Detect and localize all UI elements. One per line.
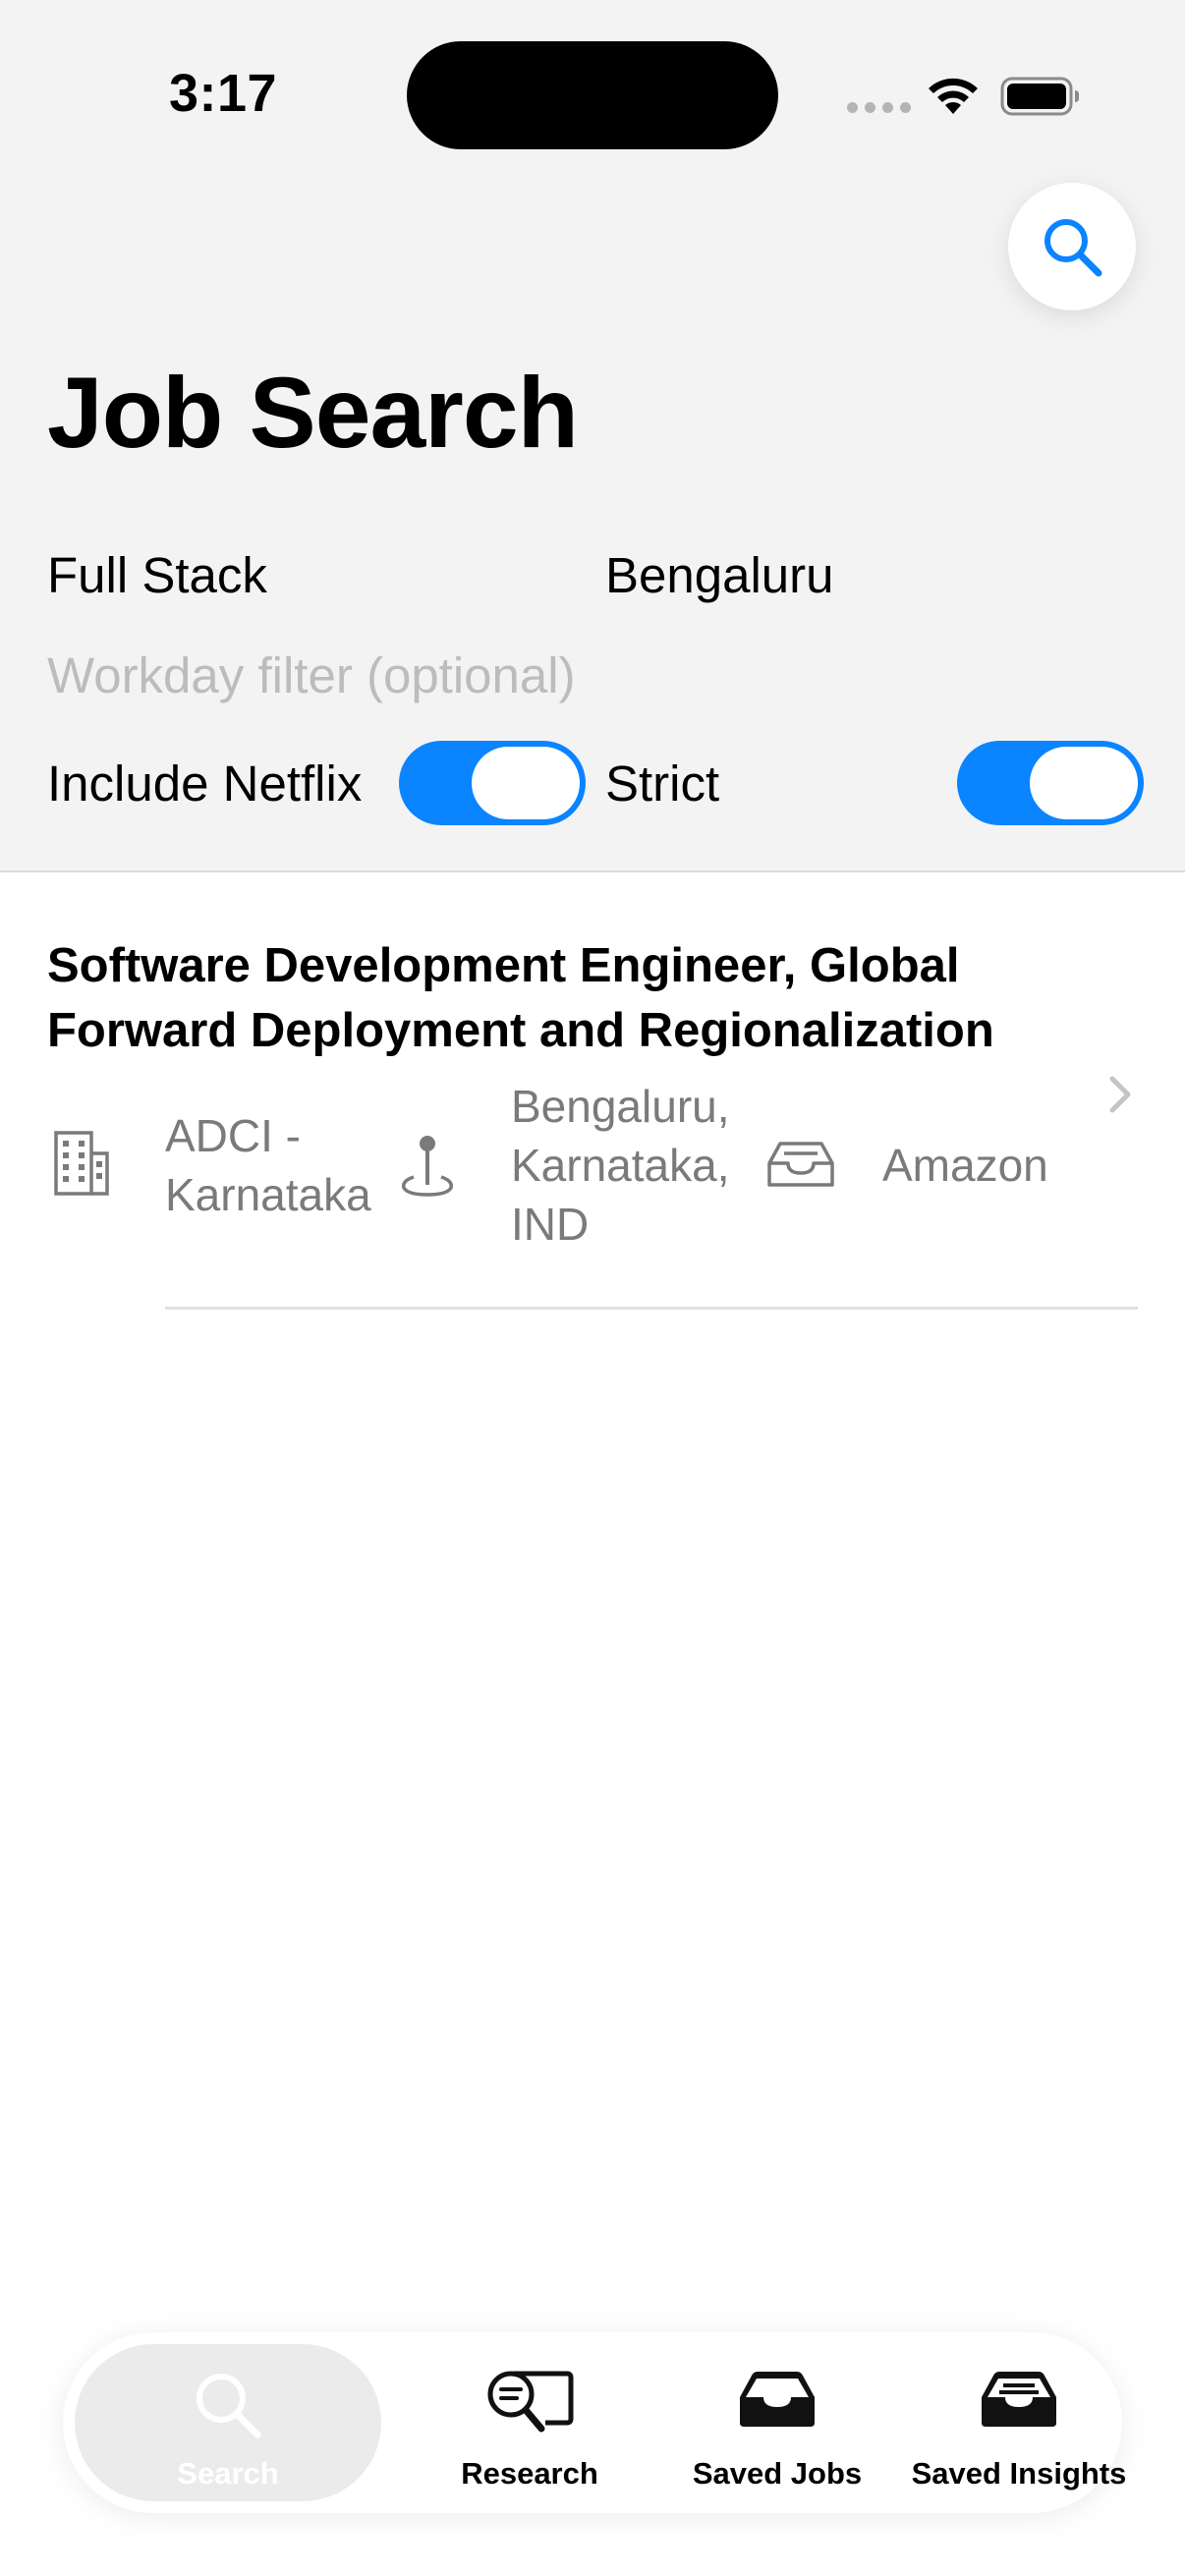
job-company: Amazon: [882, 1140, 1048, 1191]
search-icon: [1044, 219, 1102, 277]
job-location: Bengaluru, Karnataka, IND: [511, 1081, 730, 1250]
strict-toggle[interactable]: [957, 741, 1144, 825]
tab-label: Research: [461, 2456, 598, 2491]
battery-icon: [1000, 77, 1079, 116]
dynamic-island: [407, 41, 778, 149]
strict-label: Strict: [605, 756, 720, 812]
job-title: Software Development Engineer, Global Fo…: [47, 939, 994, 1057]
toggle-knob: [1030, 747, 1138, 819]
tab-search[interactable]: Search: [75, 2332, 381, 2513]
building-icon: [54, 1131, 109, 1196]
tray-icon: [740, 2372, 815, 2427]
tray-full-icon: [982, 2372, 1056, 2427]
include-netflix-toggle[interactable]: [399, 741, 586, 825]
role-field[interactable]: Full Stack: [47, 546, 267, 605]
wifi-icon: [929, 78, 978, 114]
status-bar: 3:17: [0, 0, 1185, 157]
tab-saved-insights[interactable]: Saved Insights: [882, 2332, 1156, 2513]
workday-filter-input[interactable]: Workday filter (optional): [47, 646, 576, 705]
job-organization: ADCI - Karnataka: [165, 1110, 371, 1220]
cellular-signal-icon: [847, 102, 911, 113]
tray-icon: [767, 1142, 834, 1187]
row-divider: [165, 1307, 1138, 1310]
toggle-knob: [472, 747, 580, 819]
tab-label: Saved Jobs: [692, 2456, 863, 2491]
filter-header-area: 3:17 Job Search Full Stack Bengaluru Wor…: [0, 0, 1185, 872]
city-field[interactable]: Bengaluru: [605, 546, 834, 605]
tab-label: Search: [177, 2456, 279, 2491]
page-title: Job Search: [47, 357, 579, 469]
search-button[interactable]: [1008, 183, 1136, 310]
research-icon: [487, 2371, 574, 2433]
location-pin-icon: [401, 1136, 454, 1197]
tab-saved-jobs[interactable]: Saved Jobs: [639, 2332, 916, 2513]
chevron-right-icon: [1109, 1076, 1131, 1113]
tab-research[interactable]: Research: [397, 2332, 662, 2513]
search-icon: [197, 2374, 261, 2438]
tab-bar: Search Research Saved Jobs Saved Insight…: [63, 2332, 1126, 2513]
status-time: 3:17: [169, 64, 278, 123]
include-netflix-label: Include Netflix: [47, 756, 363, 812]
tab-label: Saved Insights: [911, 2456, 1127, 2491]
